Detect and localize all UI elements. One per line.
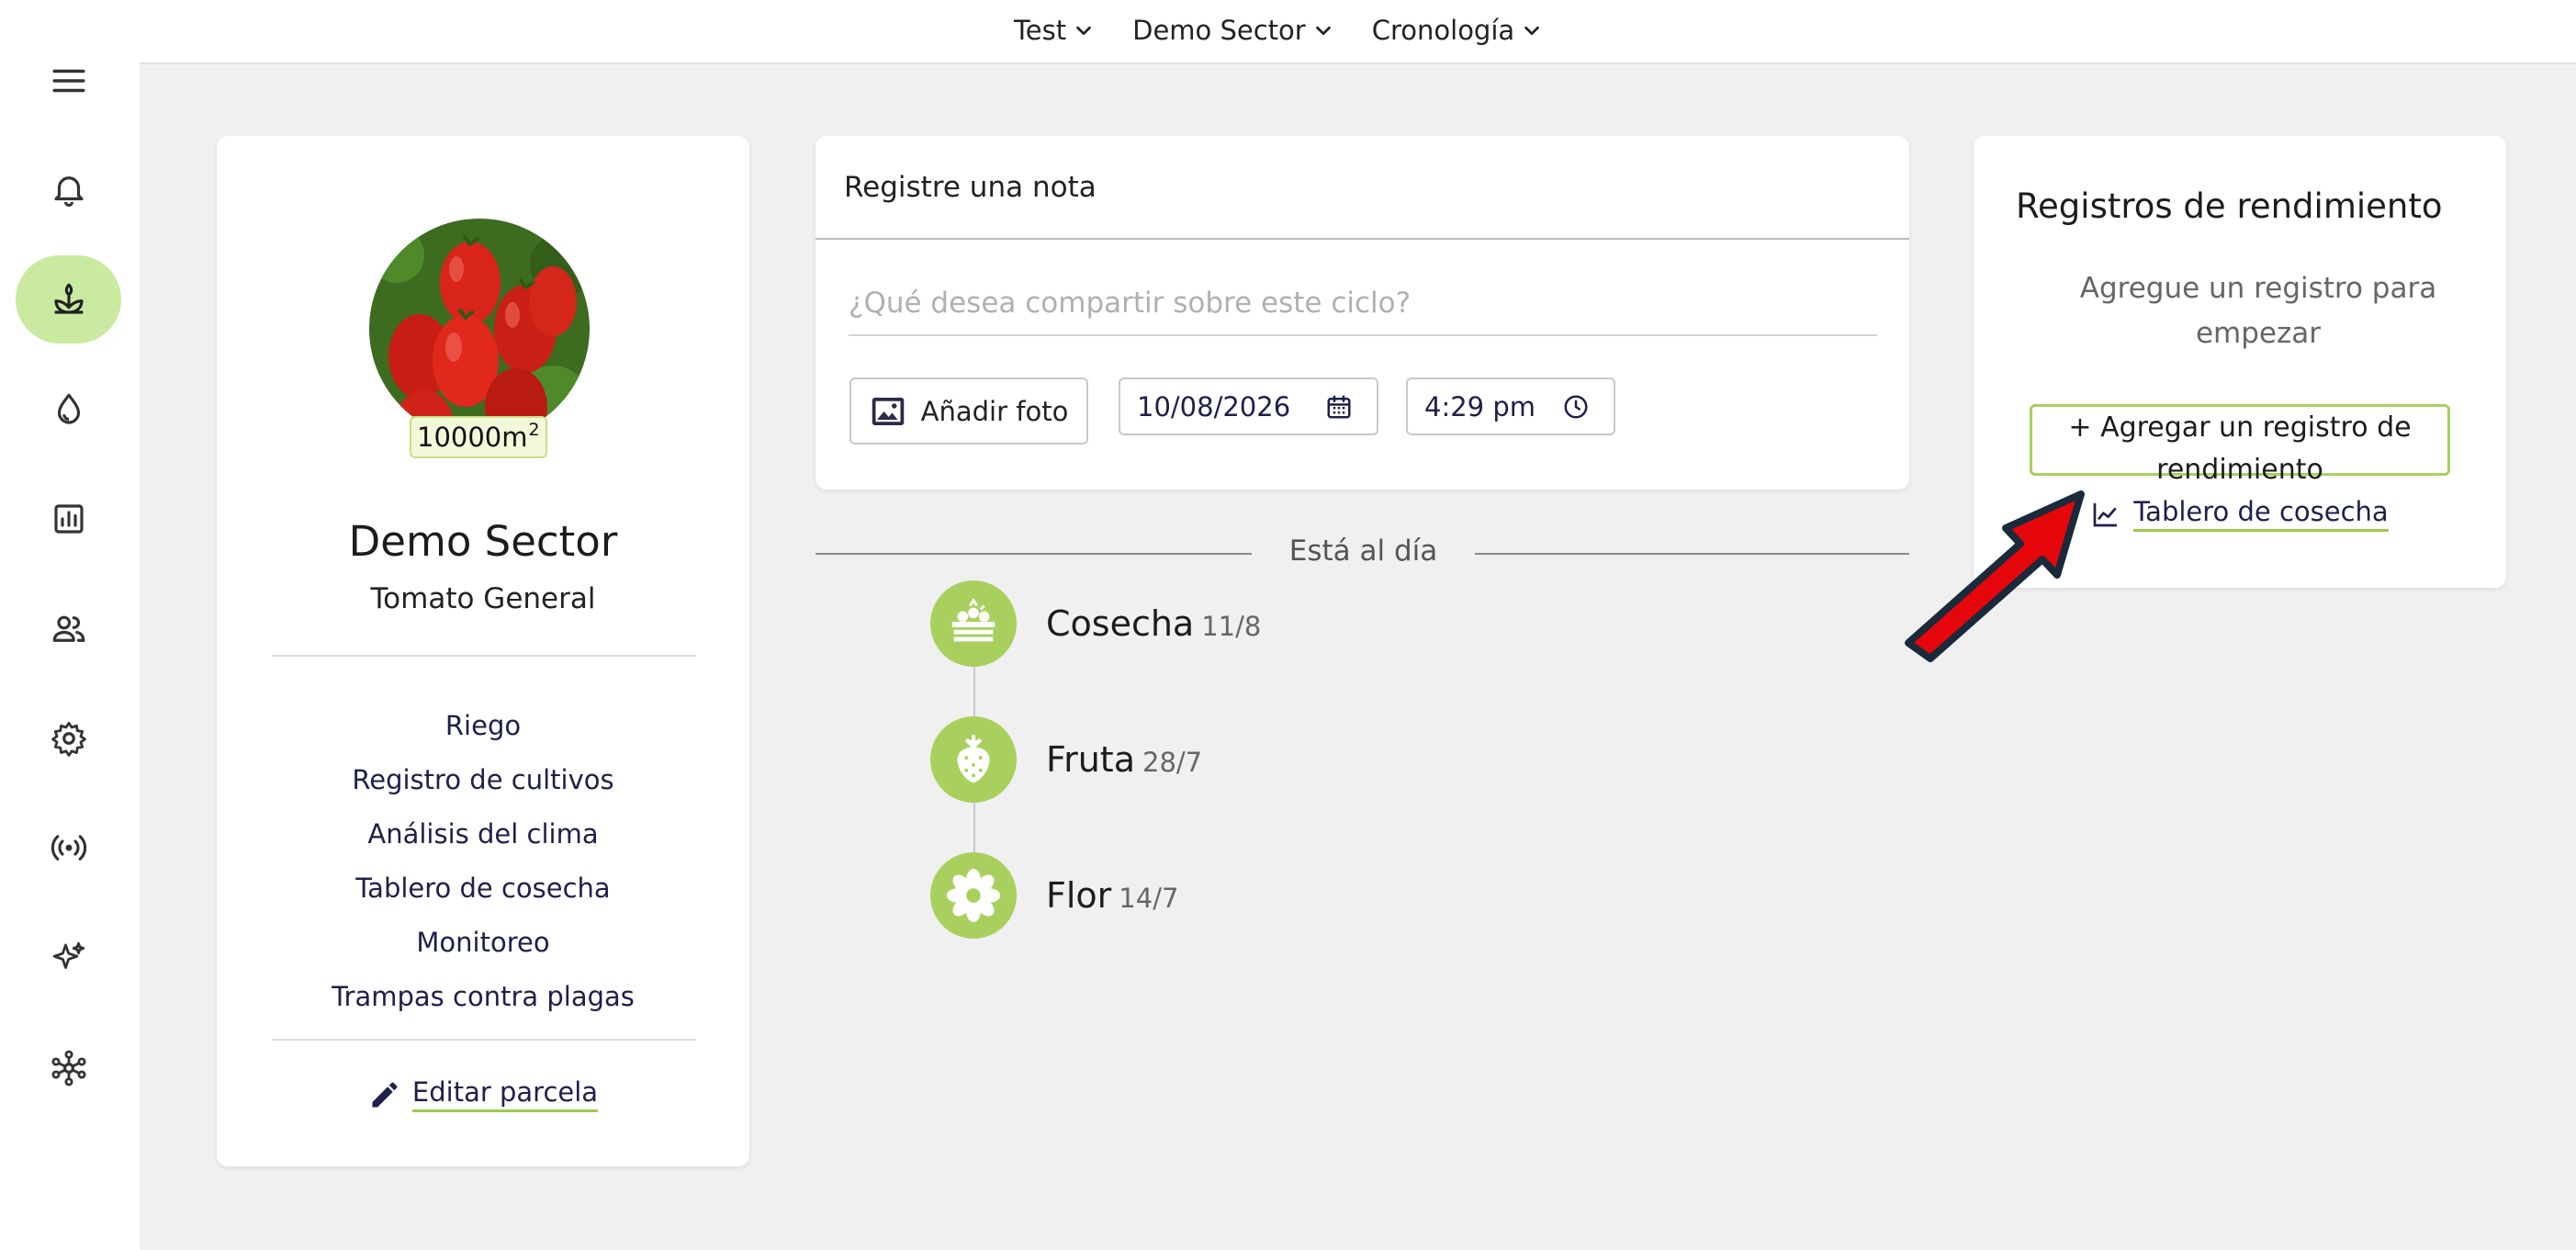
event-title: Flor xyxy=(1046,875,1112,916)
network-icon xyxy=(51,1050,86,1087)
crumb-view-label: Cronología xyxy=(1371,15,1515,46)
bell-icon xyxy=(53,176,84,208)
area-badge: 10000m 2 xyxy=(410,416,547,458)
event-title: Cosecha xyxy=(1046,603,1195,644)
sensor-signal-icon xyxy=(51,835,86,861)
harvest-dashboard-label: Tablero de cosecha xyxy=(2133,496,2389,532)
annotation-arrow-icon xyxy=(1905,490,2085,662)
divider xyxy=(816,238,1909,240)
link-weather-analysis[interactable]: Análisis del clima xyxy=(217,806,749,861)
clock-icon xyxy=(1564,395,1588,418)
water-drop-icon xyxy=(57,393,80,424)
divider xyxy=(272,1039,696,1041)
crumb-view[interactable]: Cronología xyxy=(1372,15,1542,46)
sidebar-item-integrations[interactable] xyxy=(16,1024,121,1112)
add-photo-button[interactable]: Añadir foto xyxy=(849,377,1088,445)
add-photo-label: Añadir foto xyxy=(920,395,1069,427)
note-heading: Registre una nota xyxy=(844,171,1097,204)
sector-name: Demo Sector xyxy=(348,517,618,566)
link-harvest-dashboard[interactable]: Tablero de cosecha xyxy=(217,861,749,915)
event-title: Fruta xyxy=(1046,739,1135,780)
menu-icon xyxy=(52,69,84,93)
sidebar-item-crops[interactable] xyxy=(16,255,121,343)
timeline-event[interactable]: Cosecha 11/8 xyxy=(930,580,1261,667)
gear-icon xyxy=(51,721,86,757)
date-field[interactable]: 10/08/2026 xyxy=(1119,377,1378,435)
link-crop-log[interactable]: Registro de cultivos xyxy=(217,752,749,806)
edit-plot-button[interactable]: Editar parcela xyxy=(217,1076,749,1112)
sidebar-item-ai[interactable] xyxy=(16,914,121,1002)
note-card: Registre una nota Añadir foto 10/08/2026… xyxy=(816,136,1909,490)
sidebar-item-reports[interactable] xyxy=(16,475,121,563)
pencil-icon xyxy=(372,1082,398,1107)
timeline-divider-left xyxy=(816,553,1252,555)
time-field[interactable]: 4:29 pm xyxy=(1406,377,1615,435)
sidebar-item-users[interactable] xyxy=(16,585,121,673)
crumb-farm-label: Test xyxy=(1014,15,1067,46)
crumb-sector[interactable]: Demo Sector xyxy=(1132,15,1333,46)
link-pest-traps[interactable]: Trampas contra plagas xyxy=(217,969,749,1023)
timeline-event[interactable]: Fruta 28/7 xyxy=(930,716,1202,803)
harvest-crate-icon xyxy=(930,580,1017,667)
users-icon xyxy=(52,615,84,642)
plot-links: Riego Registro de cultivos Análisis del … xyxy=(217,698,749,1023)
timeline-status: Está al día xyxy=(1288,535,1438,568)
yield-empty-hint: Agregue un registro para empezar xyxy=(2079,272,2437,350)
chevron-down-icon xyxy=(1315,26,1331,36)
calendar-icon xyxy=(1327,395,1351,418)
flower-icon xyxy=(930,852,1017,939)
strawberry-icon xyxy=(930,716,1017,803)
divider xyxy=(272,655,696,657)
sidebar-item-notifications[interactable] xyxy=(16,145,121,233)
sidebar-menu-button[interactable] xyxy=(16,37,121,125)
add-yield-record-button[interactable]: + Agregar un registro de rendimiento xyxy=(2030,404,2450,486)
sidebar-item-irrigation[interactable] xyxy=(16,366,121,454)
link-irrigation[interactable]: Riego xyxy=(217,698,749,752)
yield-title: Registros de rendimiento xyxy=(2016,186,2443,226)
event-date: 11/8 xyxy=(1201,611,1262,642)
chevron-down-icon xyxy=(1524,26,1539,36)
date-value: 10/08/2026 xyxy=(1137,390,1291,422)
link-monitoring[interactable]: Monitoreo xyxy=(217,915,749,969)
sidebar xyxy=(0,0,140,1250)
crumb-farm[interactable]: Test xyxy=(1014,15,1094,46)
crumb-sector-label: Demo Sector xyxy=(1132,15,1306,46)
report-chart-icon xyxy=(53,504,84,534)
plant-icon xyxy=(53,283,84,314)
event-date: 14/7 xyxy=(1119,883,1179,914)
timeline-event[interactable]: Flor 14/7 xyxy=(930,852,1178,939)
time-value: 4:29 pm xyxy=(1424,390,1535,422)
note-input[interactable] xyxy=(849,272,1877,336)
sparkles-icon xyxy=(52,941,84,969)
area-value: 10000m xyxy=(417,422,528,453)
breadcrumb: Test Demo Sector Cronología xyxy=(1014,0,1542,61)
event-date: 28/7 xyxy=(1142,747,1203,778)
top-bar: Test Demo Sector Cronología xyxy=(0,0,2576,64)
sidebar-item-sensors[interactable] xyxy=(16,804,121,892)
plot-card: 10000m 2 Demo Sector Tomato General Riego… xyxy=(217,136,749,1166)
crop-name: Tomato General xyxy=(370,582,596,615)
edit-plot-label: Editar parcela xyxy=(411,1076,599,1112)
sidebar-item-settings[interactable] xyxy=(16,694,121,783)
chevron-down-icon xyxy=(1076,26,1091,36)
timeline-divider-right xyxy=(1475,553,1909,555)
image-icon xyxy=(872,397,904,425)
crop-photo xyxy=(369,219,590,439)
tomato-image xyxy=(369,219,590,439)
